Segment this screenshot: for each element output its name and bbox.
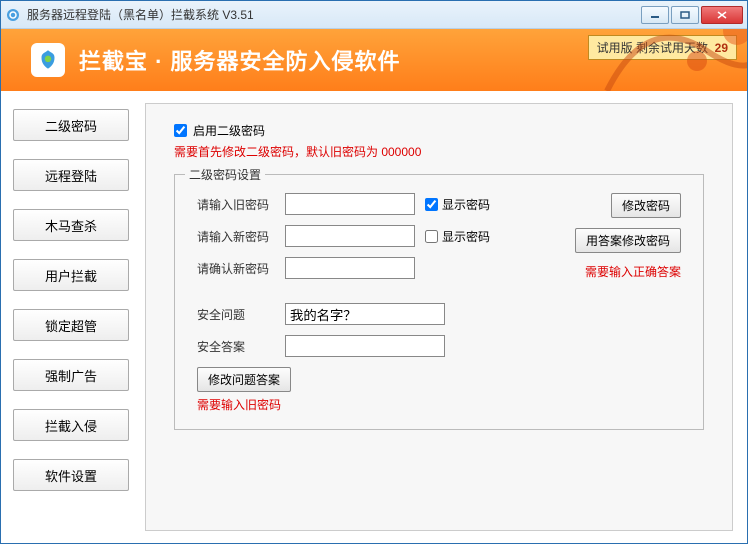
answer-input[interactable] bbox=[285, 335, 445, 357]
body: 二级密码 远程登陆 木马查杀 用户拦截 锁定超管 强制广告 拦截入侵 软件设置 … bbox=[1, 91, 747, 543]
enable-label: 启用二级密码 bbox=[193, 122, 265, 139]
need-old-pwd-note: 需要输入旧密码 bbox=[197, 396, 681, 413]
sidebar-item-lock-admin[interactable]: 锁定超管 bbox=[13, 309, 129, 341]
sidebar-item-second-password[interactable]: 二级密码 bbox=[13, 109, 129, 141]
enable-note: 需要首先修改二级密码，默认旧密码为 000000 bbox=[174, 143, 704, 160]
sidebar-item-label: 用户拦截 bbox=[45, 266, 97, 285]
old-password-input[interactable] bbox=[285, 193, 415, 215]
main: 启用二级密码 需要首先修改二级密码，默认旧密码为 000000 二级密码设置 请… bbox=[141, 91, 747, 543]
show-new-password[interactable]: 显示密码 bbox=[425, 228, 490, 245]
sidebar-item-settings[interactable]: 软件设置 bbox=[13, 459, 129, 491]
show-old-password[interactable]: 显示密码 bbox=[425, 196, 490, 213]
button-label: 修改问题答案 bbox=[208, 373, 280, 387]
banner-title: 拦截宝 · 服务器安全防入侵软件 bbox=[79, 44, 401, 76]
titlebar: 服务器远程登陆（黑名单）拦截系统 V3.51 bbox=[1, 1, 747, 29]
banner: 拦截宝 · 服务器安全防入侵软件 试用版 剩余试用天数 29 bbox=[1, 29, 747, 91]
show-password-label: 显示密码 bbox=[442, 228, 490, 245]
sidebar-item-user-block[interactable]: 用户拦截 bbox=[13, 259, 129, 291]
sidebar-item-remote-login[interactable]: 远程登陆 bbox=[13, 159, 129, 191]
old-password-label: 请输入旧密码 bbox=[197, 196, 285, 213]
side-buttons: 修改密码 用答案修改密码 需要输入正确答案 bbox=[575, 193, 681, 280]
confirm-password-input[interactable] bbox=[285, 257, 415, 279]
app-icon bbox=[5, 7, 21, 23]
button-label: 用答案修改密码 bbox=[586, 234, 670, 248]
change-password-button[interactable]: 修改密码 bbox=[611, 193, 681, 218]
minimize-button[interactable] bbox=[641, 6, 669, 24]
qa-footer: 修改问题答案 需要输入旧密码 bbox=[197, 367, 681, 413]
change-by-answer-button[interactable]: 用答案修改密码 bbox=[575, 228, 681, 253]
show-old-password-checkbox[interactable] bbox=[425, 198, 438, 211]
enable-row: 启用二级密码 bbox=[174, 122, 704, 139]
question-input[interactable] bbox=[285, 303, 445, 325]
show-password-label: 显示密码 bbox=[442, 196, 490, 213]
fieldset-legend: 二级密码设置 bbox=[185, 166, 265, 183]
maximize-button[interactable] bbox=[671, 6, 699, 24]
app-window: 服务器远程登陆（黑名单）拦截系统 V3.51 拦截宝 · 服务器安全防入侵软件 … bbox=[0, 0, 748, 544]
close-button[interactable] bbox=[701, 6, 743, 24]
sidebar-item-block-intrusion[interactable]: 拦截入侵 bbox=[13, 409, 129, 441]
sidebar-item-label: 锁定超管 bbox=[45, 316, 97, 335]
sidebar-item-label: 远程登陆 bbox=[45, 166, 97, 185]
banner-decor-icon bbox=[587, 29, 747, 91]
panel: 启用二级密码 需要首先修改二级密码，默认旧密码为 000000 二级密码设置 请… bbox=[145, 103, 733, 531]
sidebar: 二级密码 远程登陆 木马查杀 用户拦截 锁定超管 强制广告 拦截入侵 软件设置 bbox=[1, 91, 141, 543]
row-question: 安全问题 bbox=[197, 303, 681, 325]
password-fieldset: 二级密码设置 请输入旧密码 显示密码 请输入新密码 bbox=[174, 174, 704, 430]
confirm-password-label: 请确认新密码 bbox=[197, 260, 285, 277]
new-password-input[interactable] bbox=[285, 225, 415, 247]
sidebar-item-force-ad[interactable]: 强制广告 bbox=[13, 359, 129, 391]
sidebar-item-label: 强制广告 bbox=[45, 366, 97, 385]
row-answer: 安全答案 bbox=[197, 335, 681, 357]
button-label: 修改密码 bbox=[622, 199, 670, 213]
banner-logo bbox=[31, 43, 65, 77]
show-new-password-checkbox[interactable] bbox=[425, 230, 438, 243]
need-answer-note: 需要输入正确答案 bbox=[585, 263, 681, 280]
sidebar-item-label: 软件设置 bbox=[45, 466, 97, 485]
answer-label: 安全答案 bbox=[197, 338, 285, 355]
sidebar-item-label: 木马查杀 bbox=[45, 216, 97, 235]
sidebar-item-label: 拦截入侵 bbox=[45, 416, 97, 435]
window-title: 服务器远程登陆（黑名单）拦截系统 V3.51 bbox=[27, 6, 639, 23]
sidebar-item-trojan-scan[interactable]: 木马查杀 bbox=[13, 209, 129, 241]
question-label: 安全问题 bbox=[197, 306, 285, 323]
new-password-label: 请输入新密码 bbox=[197, 228, 285, 245]
change-qa-button[interactable]: 修改问题答案 bbox=[197, 367, 291, 392]
security-qa-block: 安全问题 安全答案 修改问题答案 需要输入旧密码 bbox=[197, 303, 681, 413]
sidebar-item-label: 二级密码 bbox=[45, 116, 97, 135]
enable-second-password-checkbox[interactable] bbox=[174, 124, 187, 137]
